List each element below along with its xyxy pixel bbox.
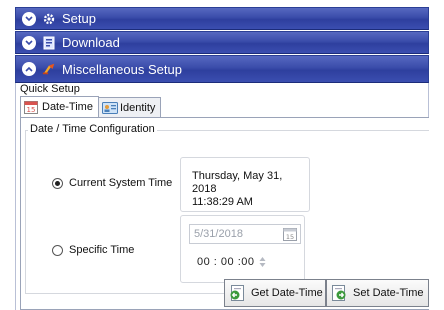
specific-time-box: 5/31/2018 15 00 : 00 :00 (180, 215, 305, 283)
date-picker-input[interactable]: 5/31/2018 15 (189, 224, 301, 244)
get-date-time-label: Get Date-Time (251, 287, 323, 299)
download-label: Download (62, 35, 120, 50)
tab-strip: 15 Date-Time Identity (20, 96, 162, 117)
misc-setup-header[interactable]: Miscellaneous Setup (15, 55, 429, 83)
chevron-down-icon[interactable] (22, 35, 36, 50)
current-time-text: 11:38:29 AM (192, 196, 253, 208)
misc-setup-label: Miscellaneous Setup (62, 61, 182, 77)
quick-setup-label: Quick Setup (20, 83, 80, 95)
tab-identity-label: Identity (119, 101, 156, 114)
tab-date-time-label: Date-Time (42, 101, 93, 113)
set-date-time-label: Set Date-Time (353, 287, 424, 299)
svg-text:15: 15 (27, 106, 36, 114)
tab-identity[interactable]: Identity (97, 97, 162, 117)
specific-time-radio[interactable]: Specific Time (52, 244, 134, 256)
misc-setup-panel: Quick Setup 15 Date-Time Identity Date /… (15, 83, 429, 310)
current-system-time-label: Current System Time (69, 177, 173, 189)
set-arrow-icon (331, 285, 347, 301)
get-date-time-button[interactable]: Get Date-Time (224, 279, 326, 307)
current-time-display: Thursday, May 31, 2018 11:38:29 AM (180, 157, 310, 212)
tab-date-time[interactable]: 15 Date-Time (20, 96, 99, 117)
download-header[interactable]: Download (15, 31, 429, 54)
calendar-icon: 15 (24, 100, 38, 114)
current-system-time-radio[interactable]: Current System Time (52, 177, 172, 189)
current-date-text: Thursday, May 31, 2018 (192, 170, 283, 195)
set-date-time-button[interactable]: Set Date-Time (326, 279, 429, 307)
chevron-up-icon[interactable] (22, 62, 36, 76)
setup-label: Setup (62, 11, 96, 26)
chevron-down-icon[interactable] (22, 11, 36, 26)
date-time-tab-body: Date / Time Configuration Current System… (20, 117, 429, 310)
group-title: Date / Time Configuration (28, 123, 157, 135)
spinner-arrows-icon[interactable] (259, 256, 266, 268)
time-spinner-value: 00 : 00 :00 (197, 256, 255, 268)
radio-unselected-icon[interactable] (52, 244, 63, 256)
gear-icon (42, 12, 56, 26)
setup-header[interactable]: Setup (15, 7, 429, 30)
id-card-icon (101, 101, 118, 115)
calendar-day-text: 15 (286, 233, 294, 241)
time-spinner[interactable]: 00 : 00 :00 (197, 256, 266, 268)
calendar-button-icon[interactable]: 15 (283, 227, 297, 241)
date-time-group: Date / Time Configuration Current System… (25, 123, 429, 294)
specific-time-label: Specific Time (69, 244, 135, 256)
download-icon (42, 36, 56, 50)
radio-selected-icon[interactable] (52, 177, 63, 189)
get-arrow-icon (229, 285, 245, 301)
misc-setup-icon (42, 62, 56, 76)
date-picker-value: 5/31/2018 (194, 228, 243, 240)
